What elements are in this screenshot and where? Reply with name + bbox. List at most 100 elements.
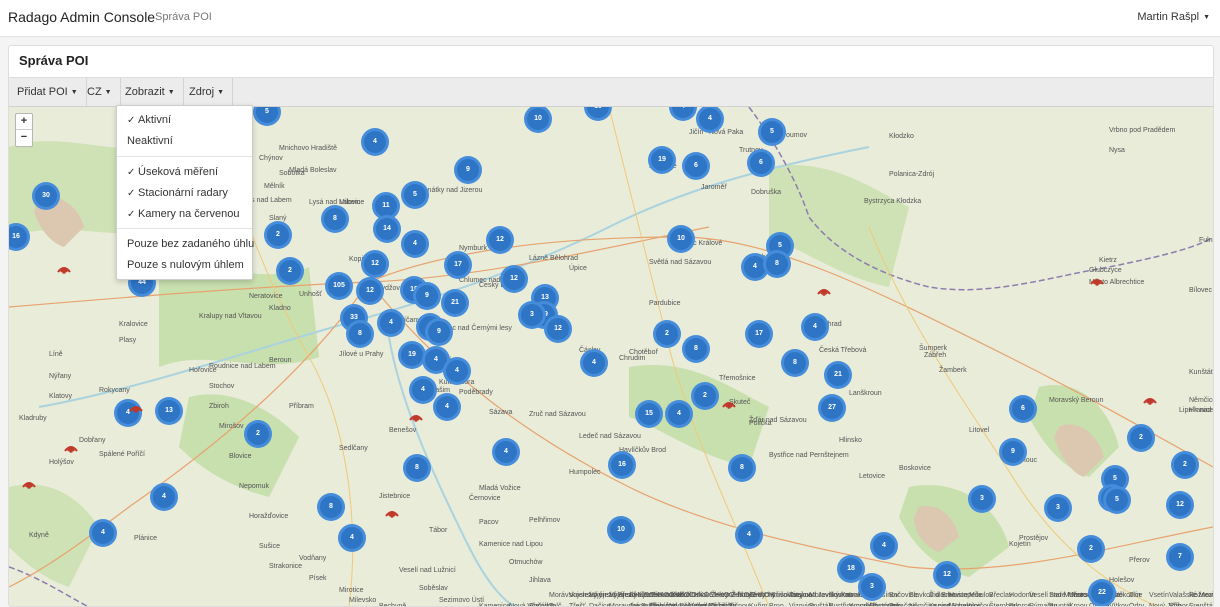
poi-cluster-marker[interactable]: 4 bbox=[735, 521, 763, 549]
map-place-label: Konice bbox=[929, 603, 951, 607]
poi-cluster-marker[interactable]: 2 bbox=[244, 420, 272, 448]
dropdown-item-4[interactable]: ✓ Stacionární radary bbox=[127, 187, 228, 199]
poi-cluster-marker[interactable]: 3 bbox=[1044, 494, 1072, 522]
chevron-down-icon: ▼ bbox=[104, 89, 112, 96]
poi-cluster-marker[interactable]: 9 bbox=[425, 318, 453, 346]
poi-cluster-marker[interactable]: 4 bbox=[443, 357, 471, 385]
poi-cluster-marker[interactable]: 12 bbox=[933, 561, 961, 589]
poi-cluster-marker[interactable]: 7 bbox=[1166, 543, 1194, 571]
radar-icon[interactable] bbox=[56, 262, 72, 274]
poi-cluster-marker[interactable]: 4 bbox=[150, 483, 178, 511]
source-dropdown[interactable]: Zdroj ▼ bbox=[181, 78, 233, 106]
map-place-label: Mirotice bbox=[339, 587, 364, 594]
poi-cluster-marker[interactable]: 4 bbox=[377, 309, 405, 337]
poi-cluster-marker[interactable]: 13 bbox=[155, 397, 183, 425]
poi-cluster-marker[interactable]: 3 bbox=[858, 573, 886, 601]
poi-cluster-marker[interactable]: 21 bbox=[824, 361, 852, 389]
poi-cluster-marker[interactable]: 12 bbox=[486, 226, 514, 254]
poi-cluster-marker[interactable]: 6 bbox=[682, 152, 710, 180]
poi-cluster-marker[interactable]: 16 bbox=[608, 451, 636, 479]
poi-cluster-marker[interactable]: 8 bbox=[682, 335, 710, 363]
poi-cluster-marker[interactable]: 30 bbox=[32, 182, 60, 210]
poi-cluster-marker[interactable]: 9 bbox=[413, 282, 441, 310]
user-menu[interactable]: Martin Rašpl ▼ bbox=[1137, 11, 1210, 23]
dropdown-item-5[interactable]: ✓ Kamery na červenou bbox=[127, 208, 240, 220]
poi-cluster-marker[interactable]: 15 bbox=[635, 400, 663, 428]
poi-cluster-marker[interactable]: 3 bbox=[968, 485, 996, 513]
poi-cluster-marker[interactable]: 8 bbox=[346, 320, 374, 348]
dropdown-item-7[interactable]: Pouze s nulovým úhlem bbox=[127, 259, 244, 271]
poi-cluster-marker[interactable]: 9 bbox=[999, 438, 1027, 466]
nav-link-poi-management[interactable]: Správa POI bbox=[155, 11, 212, 23]
poi-cluster-marker[interactable]: 2 bbox=[1127, 424, 1155, 452]
poi-cluster-marker[interactable]: 17 bbox=[444, 251, 472, 279]
map-place-label: Benešov bbox=[389, 427, 417, 434]
add-poi-dropdown[interactable]: Přidat POI ▼ bbox=[9, 78, 87, 106]
poi-cluster-marker[interactable]: 2 bbox=[691, 382, 719, 410]
poi-cluster-marker[interactable]: 5 bbox=[1103, 486, 1131, 514]
dropdown-divider bbox=[117, 156, 252, 157]
radar-icon[interactable] bbox=[384, 506, 400, 518]
poi-cluster-marker[interactable]: 8 bbox=[781, 349, 809, 377]
poi-cluster-marker[interactable]: 5 bbox=[401, 181, 429, 209]
dropdown-item-1[interactable]: ✓ Aktivní bbox=[127, 114, 171, 126]
radar-icon[interactable] bbox=[721, 397, 737, 409]
poi-cluster-marker[interactable]: 105 bbox=[325, 272, 353, 300]
poi-cluster-marker[interactable]: 8 bbox=[317, 493, 345, 521]
poi-cluster-marker[interactable]: 2 bbox=[276, 257, 304, 285]
poi-cluster-marker[interactable]: 3 bbox=[518, 301, 546, 329]
poi-cluster-marker[interactable]: 4 bbox=[409, 376, 437, 404]
poi-cluster-marker[interactable]: 17 bbox=[745, 320, 773, 348]
radar-icon[interactable] bbox=[1089, 274, 1105, 286]
radar-icon[interactable] bbox=[128, 401, 144, 413]
radar-icon[interactable] bbox=[408, 410, 424, 422]
poi-cluster-marker[interactable]: 10 bbox=[667, 225, 695, 253]
poi-cluster-marker[interactable]: 4 bbox=[89, 519, 117, 547]
country-dropdown[interactable]: CZ ▼ bbox=[79, 78, 121, 106]
poi-cluster-marker[interactable]: 9 bbox=[454, 156, 482, 184]
poi-cluster-marker[interactable]: 14 bbox=[373, 215, 401, 243]
dropdown-item-2[interactable]: Neaktivní bbox=[127, 135, 173, 147]
poi-cluster-marker[interactable]: 5 bbox=[758, 118, 786, 146]
display-dropdown[interactable]: Zobrazit ▼ bbox=[117, 78, 184, 106]
poi-cluster-marker[interactable]: 27 bbox=[818, 394, 846, 422]
poi-cluster-marker[interactable]: 4 bbox=[492, 438, 520, 466]
poi-cluster-marker[interactable]: 19 bbox=[648, 146, 676, 174]
poi-cluster-marker[interactable]: 12 bbox=[544, 315, 572, 343]
poi-cluster-marker[interactable]: 4 bbox=[870, 532, 898, 560]
poi-cluster-marker[interactable]: 4 bbox=[665, 400, 693, 428]
radar-icon[interactable] bbox=[1142, 393, 1158, 405]
poi-cluster-marker[interactable]: 21 bbox=[441, 289, 469, 317]
poi-cluster-marker[interactable]: 2 bbox=[264, 221, 292, 249]
poi-cluster-marker[interactable]: 2 bbox=[1077, 535, 1105, 563]
dropdown-item-6[interactable]: Pouze bez zadaného úhlu bbox=[127, 238, 254, 250]
map-place-label: Chýnov bbox=[259, 155, 283, 162]
poi-cluster-marker[interactable]: 12 bbox=[500, 265, 528, 293]
dropdown-item-3[interactable]: ✓ Úseková měření bbox=[127, 166, 218, 178]
app-brand[interactable]: Radago Admin Console bbox=[8, 9, 155, 25]
poi-cluster-marker[interactable]: 8 bbox=[321, 205, 349, 233]
poi-cluster-marker[interactable]: 4 bbox=[401, 230, 429, 258]
poi-cluster-marker[interactable]: 2 bbox=[1171, 451, 1199, 479]
poi-cluster-marker[interactable]: 4 bbox=[801, 313, 829, 341]
poi-cluster-marker[interactable]: 6 bbox=[1009, 395, 1037, 423]
poi-cluster-marker[interactable]: 4 bbox=[361, 128, 389, 156]
poi-cluster-marker[interactable]: 10 bbox=[607, 516, 635, 544]
poi-cluster-marker[interactable]: 6 bbox=[747, 149, 775, 177]
radar-icon[interactable] bbox=[63, 441, 79, 453]
zoom-out-button[interactable]: − bbox=[16, 130, 32, 145]
poi-cluster-marker[interactable]: 8 bbox=[728, 454, 756, 482]
poi-cluster-marker[interactable]: 4 bbox=[433, 393, 461, 421]
poi-cluster-marker[interactable]: 12 bbox=[356, 277, 384, 305]
poi-cluster-marker[interactable]: 12 bbox=[361, 250, 389, 278]
poi-cluster-marker[interactable]: 4 bbox=[338, 524, 366, 552]
poi-cluster-marker[interactable]: 4 bbox=[580, 349, 608, 377]
radar-icon[interactable] bbox=[816, 284, 832, 296]
poi-cluster-marker[interactable]: 8 bbox=[763, 250, 791, 278]
radar-icon[interactable] bbox=[21, 477, 37, 489]
poi-cluster-marker[interactable]: 2 bbox=[653, 320, 681, 348]
zoom-in-button[interactable]: + bbox=[16, 114, 32, 130]
poi-cluster-marker[interactable]: 12 bbox=[1166, 491, 1194, 519]
poi-cluster-marker[interactable]: 8 bbox=[403, 454, 431, 482]
poi-cluster-marker[interactable]: 22 bbox=[1088, 579, 1116, 606]
